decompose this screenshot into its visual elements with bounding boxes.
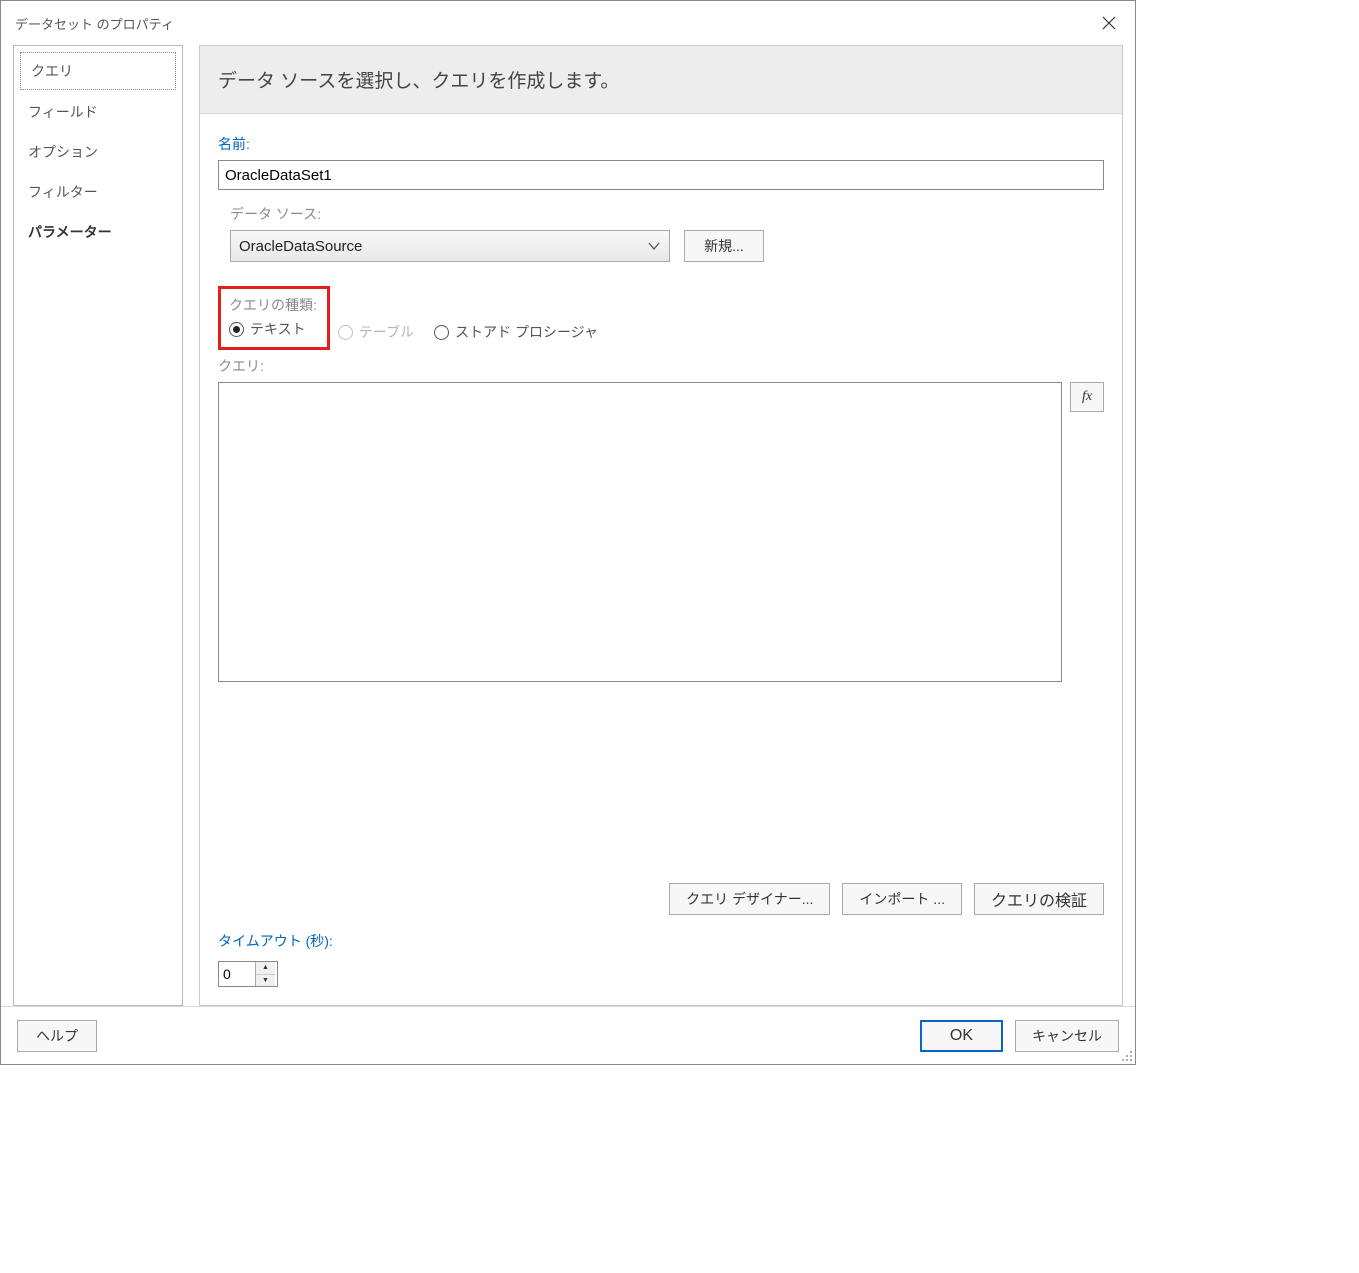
query-type-sproc-label: ストアド プロシージャ [455,322,598,342]
datasource-label: データ ソース: [230,204,1104,224]
sidebar: クエリ フィールド オプション フィルター パラメーター [13,45,183,1006]
query-type-table-radio: テーブル [338,322,414,342]
fx-icon: fx [1082,389,1092,405]
close-button[interactable] [1095,9,1123,37]
main-panel: データ ソースを選択し、クエリを作成します。 名前: データ ソース: Orac… [199,45,1123,1006]
timeout-spinner[interactable]: ▲ ▼ [218,961,278,987]
query-type-text-radio[interactable]: テキスト [229,319,306,339]
name-input[interactable] [218,160,1104,190]
sidebar-item-query[interactable]: クエリ [20,52,176,90]
footer: ヘルプ OK キャンセル [1,1006,1135,1064]
cancel-button[interactable]: キャンセル [1015,1020,1119,1052]
query-textarea[interactable] [218,382,1062,682]
main-heading: データ ソースを選択し、クエリを作成します。 [200,46,1122,114]
close-icon [1102,16,1116,30]
query-designer-button[interactable]: クエリ デザイナー... [669,883,830,915]
datasource-select[interactable]: OracleDataSource [230,230,670,262]
query-type-label: クエリの種類: [229,295,317,315]
import-button[interactable]: インポート ... [842,883,962,915]
datasource-value: OracleDataSource [239,238,362,255]
query-label: クエリ: [218,356,1104,376]
titlebar: データセット のプロパティ [1,1,1135,45]
window-title: データセット のプロパティ [13,14,174,33]
timeout-down-button[interactable]: ▼ [256,975,275,987]
resize-grip-icon [1121,1050,1133,1062]
chevron-down-icon [647,239,661,253]
query-type-highlight: クエリの種類: テキスト [218,286,330,350]
timeout-label: タイムアウト (秒): [218,931,1104,951]
expression-button[interactable]: fx [1070,382,1104,412]
resize-grip[interactable] [1121,1050,1133,1062]
sidebar-item-parameters[interactable]: パラメーター [14,212,182,252]
query-type-sproc-radio[interactable]: ストアド プロシージャ [434,322,598,342]
sidebar-item-fields[interactable]: フィールド [14,92,182,132]
validate-query-button[interactable]: クエリの検証 [974,883,1104,915]
sidebar-item-options[interactable]: オプション [14,132,182,172]
new-datasource-button[interactable]: 新規... [684,230,764,262]
query-type-table-label: テーブル [359,322,414,342]
sidebar-item-filters[interactable]: フィルター [14,172,182,212]
query-type-text-label: テキスト [250,319,306,339]
name-label: 名前: [218,134,1104,154]
timeout-input[interactable] [219,962,255,986]
timeout-up-button[interactable]: ▲ [256,962,275,975]
ok-button[interactable]: OK [920,1020,1003,1052]
help-button[interactable]: ヘルプ [17,1020,97,1052]
